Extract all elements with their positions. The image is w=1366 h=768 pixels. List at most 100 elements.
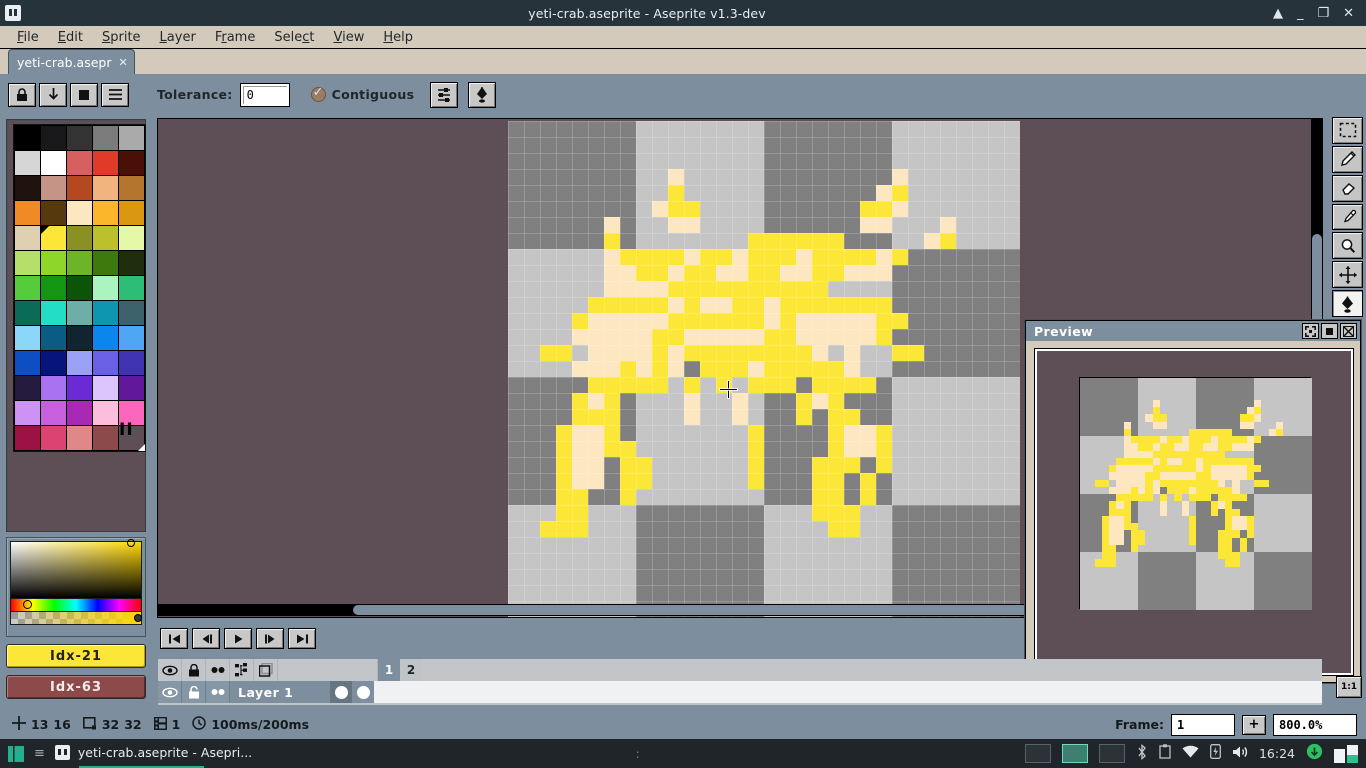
pixel[interactable]: [588, 121, 604, 137]
pixel[interactable]: [1101, 494, 1109, 502]
pixel[interactable]: [748, 169, 764, 185]
pixel[interactable]: [1203, 472, 1211, 480]
pixel[interactable]: [1101, 552, 1109, 560]
pixel[interactable]: [908, 457, 924, 473]
pixel[interactable]: [1109, 588, 1117, 596]
pixel[interactable]: [860, 313, 876, 329]
pixel[interactable]: [716, 617, 732, 618]
pixel[interactable]: [876, 169, 892, 185]
pixel[interactable]: [1159, 494, 1167, 502]
pixel[interactable]: [892, 521, 908, 537]
pixel[interactable]: [1246, 559, 1254, 567]
pixel[interactable]: [828, 441, 844, 457]
pixel[interactable]: [988, 441, 1004, 457]
pixel[interactable]: [1239, 421, 1247, 429]
pixel[interactable]: [1225, 544, 1233, 552]
pixel[interactable]: [1130, 544, 1138, 552]
pixel[interactable]: [1004, 409, 1020, 425]
pixel[interactable]: [1232, 457, 1240, 465]
palette-swatch-40[interactable]: [15, 326, 40, 350]
pixel[interactable]: [1297, 552, 1305, 560]
pixel[interactable]: [988, 505, 1004, 521]
pixel[interactable]: [1225, 552, 1233, 560]
pixel[interactable]: [748, 473, 764, 489]
pixel[interactable]: [844, 425, 860, 441]
pixel[interactable]: [1080, 566, 1088, 574]
pixel[interactable]: [924, 297, 940, 313]
pixel[interactable]: [844, 297, 860, 313]
pixel[interactable]: [1203, 508, 1211, 516]
pixel[interactable]: [572, 441, 588, 457]
pixel[interactable]: [1109, 494, 1117, 502]
pixel[interactable]: [844, 361, 860, 377]
continuous-icon[interactable]: [206, 659, 230, 681]
pixel[interactable]: [508, 265, 524, 281]
palette-swatch-49[interactable]: [119, 351, 144, 375]
pixel[interactable]: [844, 617, 860, 618]
play-button[interactable]: [224, 628, 252, 649]
pixel[interactable]: [956, 473, 972, 489]
pixel[interactable]: [860, 585, 876, 601]
pixel[interactable]: [812, 361, 828, 377]
pixel[interactable]: [1254, 399, 1262, 407]
pixel[interactable]: [1225, 436, 1233, 444]
pixel[interactable]: [620, 297, 636, 313]
pixel[interactable]: [620, 521, 636, 537]
pixel[interactable]: [876, 233, 892, 249]
palette-swatch-20[interactable]: [15, 226, 40, 250]
pixel[interactable]: [1101, 523, 1109, 531]
pixel[interactable]: [556, 489, 572, 505]
pixel[interactable]: [732, 569, 748, 585]
pixel[interactable]: [972, 393, 988, 409]
pixel[interactable]: [1254, 602, 1262, 610]
pixel[interactable]: [1138, 559, 1146, 567]
pixel[interactable]: [1304, 515, 1312, 523]
pixel[interactable]: [1152, 523, 1160, 531]
pixel[interactable]: [1217, 544, 1225, 552]
pixel[interactable]: [1290, 544, 1298, 552]
pixel[interactable]: [652, 377, 668, 393]
pixel[interactable]: [988, 345, 1004, 361]
pixel[interactable]: [668, 473, 684, 489]
pixel[interactable]: [684, 393, 700, 409]
pixel[interactable]: [700, 569, 716, 585]
pixel[interactable]: [716, 441, 732, 457]
pixel[interactable]: [1254, 421, 1262, 429]
pixel[interactable]: [620, 617, 636, 618]
pixel[interactable]: [1087, 486, 1095, 494]
pixel[interactable]: [1246, 552, 1254, 560]
pixel[interactable]: [1080, 465, 1088, 473]
pixel[interactable]: [1217, 399, 1225, 407]
pixel[interactable]: [1116, 537, 1124, 545]
pixel[interactable]: [1275, 494, 1283, 502]
pixel[interactable]: [892, 409, 908, 425]
pixel[interactable]: [876, 457, 892, 473]
pixel[interactable]: [812, 393, 828, 409]
pixel[interactable]: [652, 265, 668, 281]
pixel[interactable]: [716, 537, 732, 553]
pixel[interactable]: [1109, 414, 1117, 422]
pixel[interactable]: [636, 137, 652, 153]
pixel[interactable]: [1138, 378, 1146, 386]
pixel[interactable]: [1268, 385, 1276, 393]
pixel[interactable]: [1138, 501, 1146, 509]
pixel[interactable]: [1130, 378, 1138, 386]
pixel[interactable]: [732, 441, 748, 457]
pixel[interactable]: [1174, 407, 1182, 415]
pixel[interactable]: [1225, 385, 1233, 393]
group-icon[interactable]: [230, 659, 254, 681]
pixel[interactable]: [1261, 602, 1269, 610]
pixel[interactable]: [924, 377, 940, 393]
hue-slider[interactable]: [10, 599, 142, 612]
pixel[interactable]: [940, 377, 956, 393]
palette-swatch-46[interactable]: [41, 351, 66, 375]
pixel[interactable]: [1254, 494, 1262, 502]
pixel[interactable]: [780, 329, 796, 345]
pixel[interactable]: [1167, 573, 1175, 581]
pixel[interactable]: [1138, 588, 1146, 596]
pixel[interactable]: [876, 617, 892, 618]
pixel[interactable]: [1004, 473, 1020, 489]
pixel[interactable]: [668, 201, 684, 217]
pixel[interactable]: [1239, 523, 1247, 531]
pixel[interactable]: [812, 553, 828, 569]
